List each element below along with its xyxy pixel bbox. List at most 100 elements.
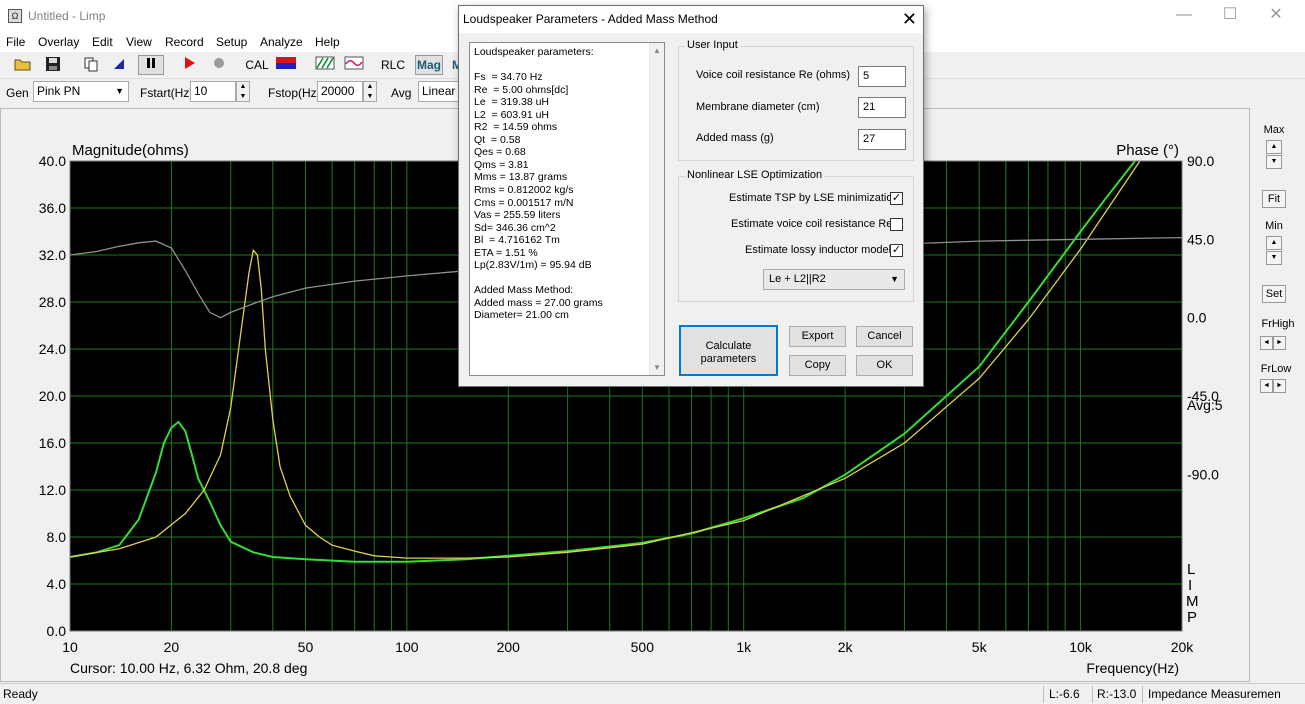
watermark-letter: L	[1187, 561, 1195, 578]
export-button[interactable]: Export	[789, 326, 846, 347]
window-title: Untitled - Limp	[28, 9, 106, 23]
user-input-group: User Input Voice coil resistance Re (ohm…	[678, 39, 914, 161]
color-scale-icon[interactable]	[274, 55, 298, 75]
opt-inductor-checkbox[interactable]: ✓	[890, 244, 903, 257]
frlow-left-icon[interactable]: ◄	[1260, 379, 1273, 393]
fstart-spinner[interactable]: ▲ ▼	[236, 81, 250, 102]
diameter-input-value: 21	[863, 101, 876, 113]
menu-setup[interactable]: Setup	[216, 35, 247, 49]
x-tick-label: 2k	[838, 639, 854, 655]
result-line: Cms = 0.001517 m/N	[474, 196, 574, 209]
status-mode: Impedance Measuremen	[1148, 687, 1281, 701]
copy-button[interactable]: Copy	[789, 355, 846, 376]
x-tick-label: 1k	[736, 639, 752, 655]
mass-label: Added mass (g)	[696, 132, 774, 144]
ok-button[interactable]: OK	[856, 355, 913, 376]
user-input-title: User Input	[685, 39, 740, 51]
re-input[interactable]: 5	[858, 66, 906, 87]
frhigh-left-icon[interactable]: ◄	[1260, 336, 1273, 350]
frhigh-label: FrHigh	[1261, 318, 1295, 330]
opt-re-checkbox[interactable]	[890, 218, 903, 231]
y-tick-label: 20.0	[39, 388, 66, 404]
min-down-icon[interactable]: ▼	[1266, 251, 1282, 265]
close-icon[interactable]: ✕	[902, 8, 917, 30]
inductor-model-select[interactable]: Le + L2||R2 ▼	[763, 269, 905, 290]
y-tick-label: 12.0	[39, 482, 66, 498]
chevron-down-icon: ▼	[115, 86, 124, 96]
maximize-button[interactable]: ☐	[1207, 0, 1253, 32]
close-window-button[interactable]: ✕	[1253, 0, 1299, 32]
min-up-icon[interactable]: ▲	[1266, 236, 1282, 250]
set-button[interactable]: Set	[1262, 285, 1286, 303]
result-line: Sd= 346.36 cm^2	[474, 221, 556, 234]
frhigh-right-icon[interactable]: ►	[1273, 336, 1286, 350]
play-icon[interactable]	[178, 55, 200, 75]
result-line: ETA = 1.51 %	[474, 246, 538, 259]
result-line	[474, 272, 650, 285]
menu-edit[interactable]: Edit	[92, 35, 113, 49]
hatch-icon[interactable]	[314, 55, 336, 75]
app-icon[interactable]: Ω	[8, 9, 22, 23]
results-textbox[interactable]: Loudspeaker parameters: Fs = 34.70 Hz Re =…	[469, 42, 665, 376]
scroll-up-icon[interactable]: ▲	[653, 46, 661, 55]
opt-tsp-checkbox[interactable]: ✓	[890, 192, 903, 205]
inductor-model-value: Le + L2||R2	[769, 273, 826, 285]
avg-select-value: Linear	[422, 84, 456, 98]
result-line: Fs = 34.70 Hz	[474, 71, 543, 84]
menu-analyze[interactable]: Analyze	[260, 35, 303, 49]
fstop-input[interactable]: 20000	[317, 81, 363, 102]
scroll-down-icon[interactable]: ▼	[653, 363, 661, 372]
x-tick-label: 20	[164, 639, 180, 655]
menu-record[interactable]: Record	[165, 35, 204, 49]
mag-button[interactable]: Mag	[415, 55, 443, 75]
loudspeaker-parameters-dialog: Loudspeaker Parameters - Added Mass Meth…	[458, 5, 924, 387]
result-line: Qms = 3.81	[474, 158, 529, 171]
menu-file[interactable]: File	[6, 35, 25, 49]
result-line: Le = 319.38 uH	[474, 96, 550, 109]
scale-controls: Max ▲ ▼ Fit Min ▲ ▼ Set FrHigh ◄ ► FrLow…	[1252, 108, 1305, 682]
spin-down-icon[interactable]: ▼	[237, 92, 249, 102]
frlow-right-icon[interactable]: ►	[1273, 379, 1286, 393]
waveform-icon[interactable]	[343, 55, 365, 75]
open-folder-icon[interactable]	[12, 55, 34, 75]
menu-help[interactable]: Help	[315, 35, 340, 49]
save-icon[interactable]	[42, 55, 64, 75]
watermark-letter: M	[1186, 593, 1199, 610]
results-scrollbar[interactable]: ▲ ▼	[649, 43, 664, 375]
mass-input[interactable]: 27	[858, 129, 906, 150]
max-down-icon[interactable]: ▼	[1266, 155, 1282, 169]
y-tick-label: 8.0	[47, 529, 67, 545]
pause-icon[interactable]	[138, 55, 164, 75]
spin-up-icon[interactable]: ▲	[364, 82, 376, 92]
cal-button[interactable]: CAL	[244, 55, 270, 75]
diameter-input[interactable]: 21	[858, 97, 906, 118]
dialog-title: Loudspeaker Parameters - Added Mass Meth…	[463, 12, 718, 26]
rlc-button[interactable]: RLC	[380, 55, 406, 75]
x-axis-label: Frequency(Hz)	[1086, 660, 1179, 676]
y2-tick-label: 90.0	[1187, 153, 1214, 169]
avg-select[interactable]: Linear	[418, 81, 460, 102]
cancel-button[interactable]: Cancel	[856, 326, 913, 347]
max-label: Max	[1263, 124, 1285, 136]
fit-button[interactable]: Fit	[1262, 190, 1286, 208]
minimize-button[interactable]: —	[1161, 0, 1207, 32]
calculate-button[interactable]: Calculate parameters	[679, 325, 778, 376]
gen-select[interactable]: Pink PN ▼	[33, 81, 129, 102]
y2-tick-label: 0.0	[1187, 310, 1207, 326]
fstart-input[interactable]: 10	[190, 81, 236, 102]
copy-icon[interactable]	[80, 55, 102, 75]
result-line: Re = 5.00 ohms[dc]	[474, 83, 569, 96]
marker-icon[interactable]	[108, 55, 130, 75]
dialog-title-bar: Loudspeaker Parameters - Added Mass Meth…	[459, 6, 923, 33]
menu-overlay[interactable]: Overlay	[38, 35, 79, 49]
fstop-spinner[interactable]: ▲ ▼	[363, 81, 377, 102]
result-line: L2 = 603.91 uH	[474, 108, 550, 121]
gen-select-value: Pink PN	[37, 84, 81, 98]
max-up-icon[interactable]: ▲	[1266, 140, 1282, 154]
y-tick-label: 4.0	[47, 576, 67, 592]
spin-down-icon[interactable]: ▼	[364, 92, 376, 102]
menu-view[interactable]: View	[126, 35, 152, 49]
y-axis-label: Magnitude(ohms)	[72, 142, 189, 159]
stop-icon[interactable]	[208, 55, 230, 75]
spin-up-icon[interactable]: ▲	[237, 82, 249, 92]
